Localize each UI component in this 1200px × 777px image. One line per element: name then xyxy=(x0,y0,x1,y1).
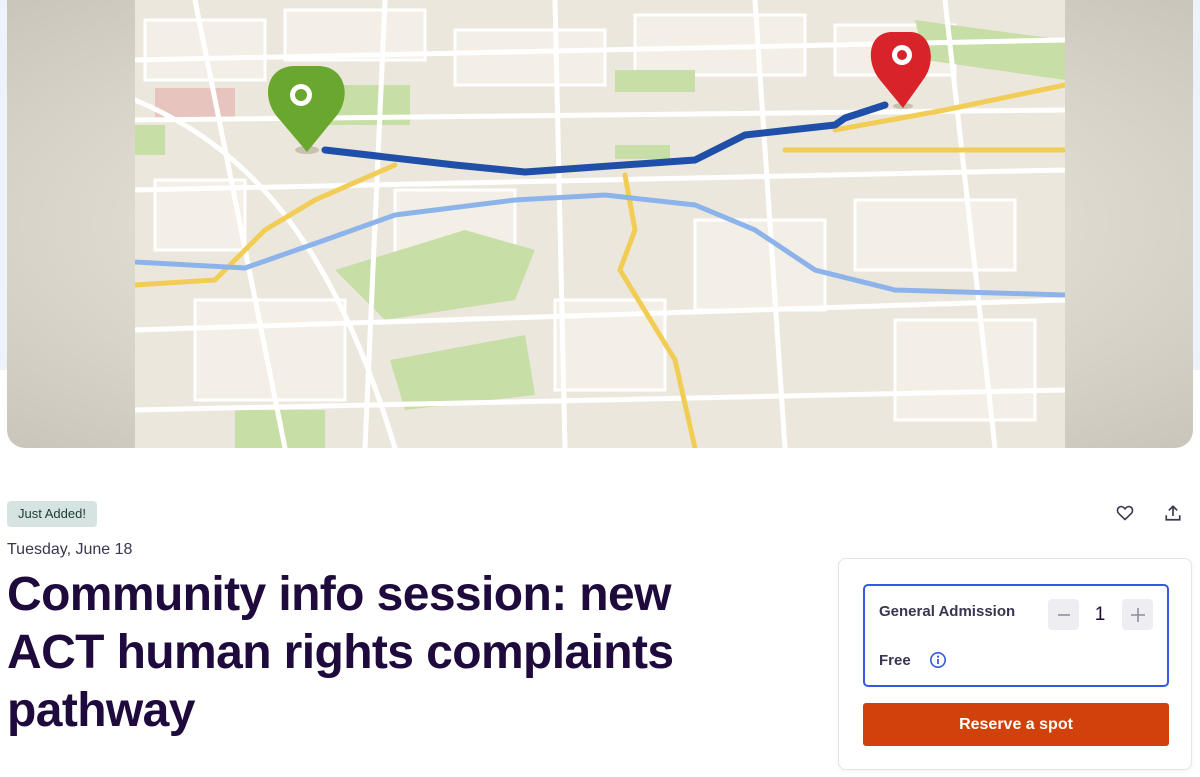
ticket-panel: General Admission 1 Free Reserve a spot xyxy=(838,558,1192,770)
ticket-option-card[interactable]: General Admission 1 Free xyxy=(863,584,1169,687)
quantity-value: 1 xyxy=(1094,604,1106,625)
increase-quantity-button[interactable] xyxy=(1122,599,1153,630)
heart-icon xyxy=(1116,505,1134,521)
hero-image-frame xyxy=(7,0,1193,448)
share-button[interactable] xyxy=(1160,500,1186,526)
reserve-spot-button[interactable]: Reserve a spot xyxy=(863,703,1169,746)
ticket-price: Free xyxy=(879,652,911,669)
event-title: Community info session: new ACT human ri… xyxy=(7,568,674,737)
info-icon[interactable] xyxy=(929,651,947,669)
hero-section xyxy=(0,0,1200,450)
event-date: Tuesday, June 18 xyxy=(7,541,133,558)
plus-icon xyxy=(1130,607,1145,622)
map-route-image xyxy=(135,0,1065,448)
like-button[interactable] xyxy=(1112,500,1138,526)
ticket-name: General Admission xyxy=(879,603,1016,620)
decrease-quantity-button[interactable] xyxy=(1048,599,1079,630)
share-upload-icon xyxy=(1165,505,1181,521)
minus-icon xyxy=(1057,613,1070,616)
just-added-badge: Just Added! xyxy=(7,501,97,527)
